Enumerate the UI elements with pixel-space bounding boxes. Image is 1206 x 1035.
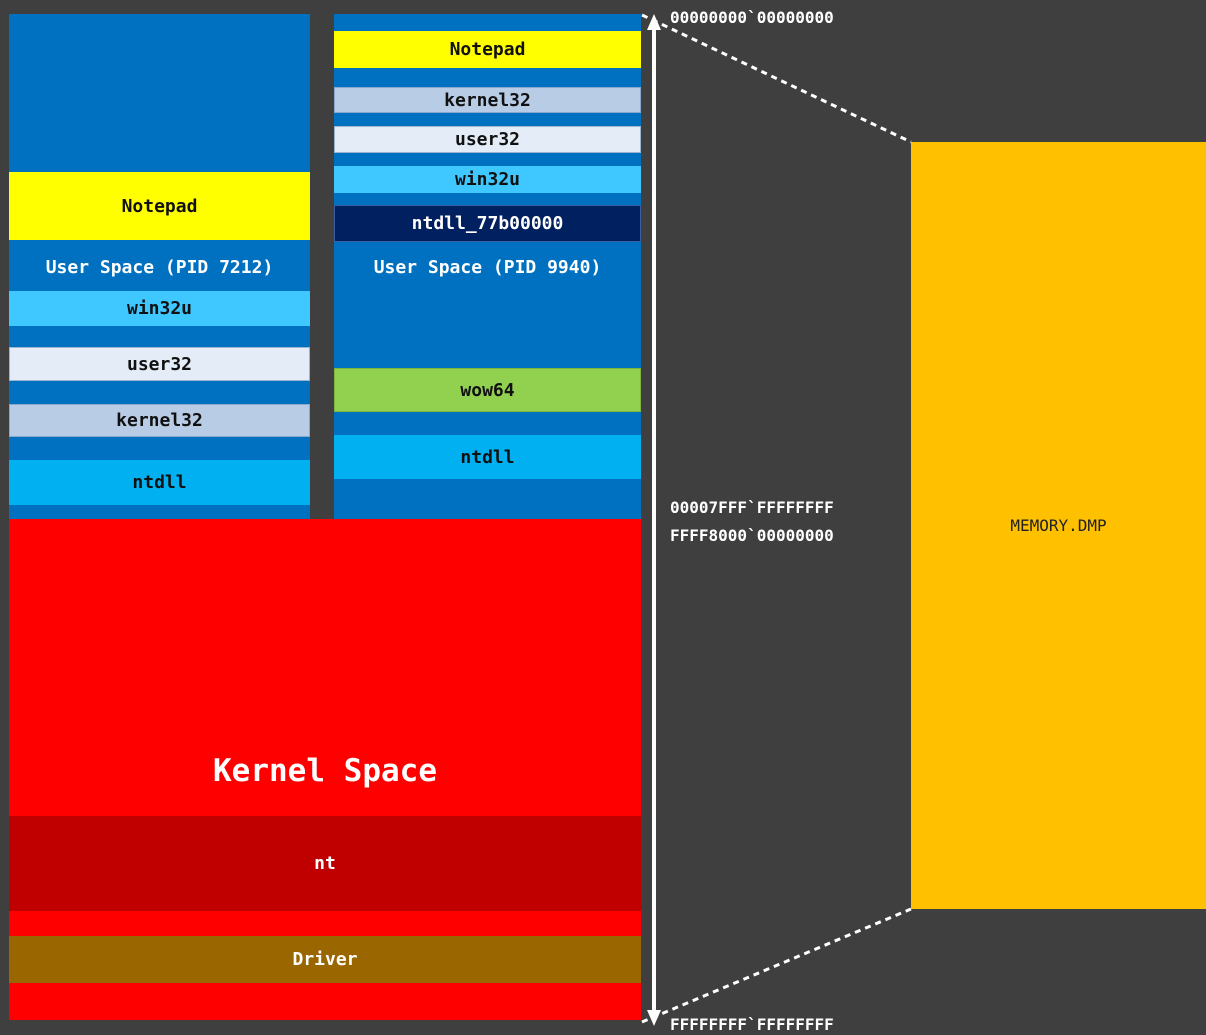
address-user-end: 00007FFF`FFFFFFFF: [670, 498, 834, 517]
dump-connector-top: [641, 13, 912, 144]
address-kernel-start: FFFF8000`00000000: [670, 526, 834, 545]
memory-dump-label: MEMORY.DMP: [1010, 516, 1107, 535]
address-start: 00000000`00000000: [670, 8, 834, 27]
dump-connector-bottom: [641, 907, 912, 1024]
memory-dump-file: MEMORY.DMP: [911, 142, 1206, 909]
address-end: FFFFFFFF`FFFFFFFF: [670, 1015, 834, 1034]
